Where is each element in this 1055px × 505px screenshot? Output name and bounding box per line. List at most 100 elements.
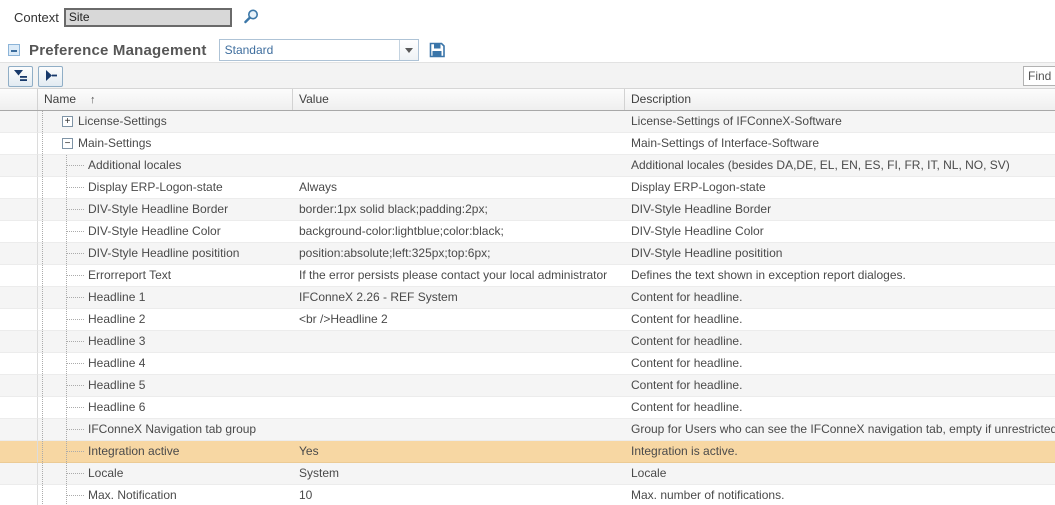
name-cell: Headline 6: [38, 397, 293, 419]
description-cell: Content for headline.: [625, 287, 1055, 309]
row-selector-cell[interactable]: [0, 419, 38, 441]
grid-body: +License-Settings License-Settings of IFC…: [0, 111, 1055, 505]
table-row[interactable]: Display ERP-Logon-stateAlwaysDisplay ERP…: [0, 177, 1055, 199]
value-column-label: Value: [299, 92, 329, 106]
value-cell[interactable]: Yes: [293, 441, 625, 463]
value-cell[interactable]: border:1px solid black;padding:2px;: [293, 199, 625, 221]
value-cell[interactable]: position:absolute;left:325px;top:6px;: [293, 243, 625, 265]
value-cell[interactable]: 10: [293, 485, 625, 505]
table-row[interactable]: Additional localesAdditional locales (be…: [0, 155, 1055, 177]
value-cell[interactable]: <br />Headline 2: [293, 309, 625, 331]
table-row[interactable]: Headline 4 Content for headline.: [0, 353, 1055, 375]
tree-connector: [67, 429, 84, 430]
filter-button[interactable]: [8, 66, 33, 87]
row-selector-cell[interactable]: [0, 309, 38, 331]
name-cell: Errorreport Text: [38, 265, 293, 287]
find-input[interactable]: [1023, 66, 1055, 86]
tree-connector: [67, 187, 84, 188]
name-cell: Headline 3: [38, 331, 293, 353]
row-selector-cell[interactable]: [0, 265, 38, 287]
value-cell[interactable]: background-color:lightblue;color:black;: [293, 221, 625, 243]
row-selector-cell[interactable]: [0, 375, 38, 397]
value-cell[interactable]: [293, 111, 625, 133]
name-column-header[interactable]: Name↑: [38, 89, 293, 110]
name-cell: DIV-Style Headline positition: [38, 243, 293, 265]
sort-ascending-icon: ↑: [90, 94, 96, 106]
tree-guide: [42, 133, 43, 154]
tree-connector: [67, 253, 84, 254]
table-row[interactable]: LocaleSystemLocale: [0, 463, 1055, 485]
table-row[interactable]: Max. Notification10Max. number of notifi…: [0, 485, 1055, 505]
table-row[interactable]: IFConneX Navigation tab groupGroup for U…: [0, 419, 1055, 441]
description-cell: DIV-Style Headline Border: [625, 199, 1055, 221]
description-cell: Content for headline.: [625, 353, 1055, 375]
description-column-header[interactable]: Description: [625, 89, 1055, 110]
table-row[interactable]: Headline 2<br />Headline 2Content for he…: [0, 309, 1055, 331]
tree-guide: [42, 111, 43, 132]
row-selector-cell[interactable]: [0, 485, 38, 505]
name-cell: −Main-Settings: [38, 133, 293, 155]
row-selector-cell[interactable]: [0, 397, 38, 419]
name-cell: Headline 5: [38, 375, 293, 397]
search-button[interactable]: [242, 8, 260, 26]
value-cell[interactable]: Always: [293, 177, 625, 199]
description-cell: License-Settings of IFConneX-Software: [625, 111, 1055, 133]
context-input[interactable]: [64, 8, 232, 27]
row-selector-cell[interactable]: [0, 287, 38, 309]
table-row[interactable]: Headline 6Content for headline.: [0, 397, 1055, 419]
name-cell: IFConneX Navigation tab group: [38, 419, 293, 441]
name-cell: Headline 4: [38, 353, 293, 375]
table-row[interactable]: DIV-Style Headline Borderborder:1px soli…: [0, 199, 1055, 221]
table-row[interactable]: −Main-SettingsMain-Settings of Interface…: [0, 133, 1055, 155]
table-row[interactable]: Integration activeYesIntegration is acti…: [0, 441, 1055, 463]
row-selector-cell[interactable]: [0, 463, 38, 485]
value-cell[interactable]: System: [293, 463, 625, 485]
value-cell[interactable]: [293, 155, 625, 177]
tree-connector: [67, 165, 84, 166]
table-row[interactable]: Headline 1IFConneX 2.26 - REF SystemCont…: [0, 287, 1055, 309]
collapse-icon[interactable]: −: [62, 138, 73, 149]
tree-guide: [42, 463, 43, 484]
value-cell[interactable]: [293, 419, 625, 441]
tree-connector: [67, 231, 84, 232]
name-cell: Headline 1: [38, 287, 293, 309]
row-selector-cell[interactable]: [0, 155, 38, 177]
value-cell[interactable]: [293, 133, 625, 155]
value-cell[interactable]: If the error persists please contact you…: [293, 265, 625, 287]
pref-name-label: Headline 6: [88, 397, 145, 418]
row-selector-cell[interactable]: [0, 133, 38, 155]
save-button[interactable]: [428, 41, 446, 59]
description-cell: Content for headline.: [625, 309, 1055, 331]
value-cell[interactable]: [293, 375, 625, 397]
table-row[interactable]: DIV-Style Headline Colorbackground-color…: [0, 221, 1055, 243]
table-row[interactable]: DIV-Style Headline posititionposition:ab…: [0, 243, 1055, 265]
value-cell[interactable]: [293, 331, 625, 353]
value-cell[interactable]: [293, 353, 625, 375]
row-selector-cell[interactable]: [0, 111, 38, 133]
table-row[interactable]: Headline 5Content for headline.: [0, 375, 1055, 397]
row-selector-cell[interactable]: [0, 221, 38, 243]
value-column-header[interactable]: Value: [293, 89, 625, 110]
pref-name-label: DIV-Style Headline Border: [88, 199, 228, 220]
value-cell[interactable]: [293, 397, 625, 419]
row-selector-cell[interactable]: [0, 353, 38, 375]
name-cell: Additional locales: [38, 155, 293, 177]
row-selector-cell[interactable]: [0, 441, 38, 463]
section-collapse-icon[interactable]: [8, 44, 20, 56]
profile-select[interactable]: Standard: [219, 39, 419, 61]
expand-level-button[interactable]: [38, 66, 63, 87]
grid-toolbar: [0, 62, 1055, 89]
chevron-down-icon[interactable]: [399, 40, 418, 60]
row-selector-cell[interactable]: [0, 177, 38, 199]
name-cell: +License-Settings: [38, 111, 293, 133]
expand-icon[interactable]: +: [62, 116, 73, 127]
value-cell[interactable]: IFConneX 2.26 - REF System: [293, 287, 625, 309]
row-selector-cell[interactable]: [0, 199, 38, 221]
pref-name-label: Display ERP-Logon-state: [88, 177, 223, 198]
row-selector-cell[interactable]: [0, 331, 38, 353]
table-row[interactable]: Errorreport Text If the error persists pl…: [0, 265, 1055, 287]
table-row[interactable]: Headline 3Content for headline.: [0, 331, 1055, 353]
table-row[interactable]: +License-Settings License-Settings of IFC…: [0, 111, 1055, 133]
row-selector-cell[interactable]: [0, 243, 38, 265]
pref-name-label: Errorreport Text: [88, 265, 171, 286]
